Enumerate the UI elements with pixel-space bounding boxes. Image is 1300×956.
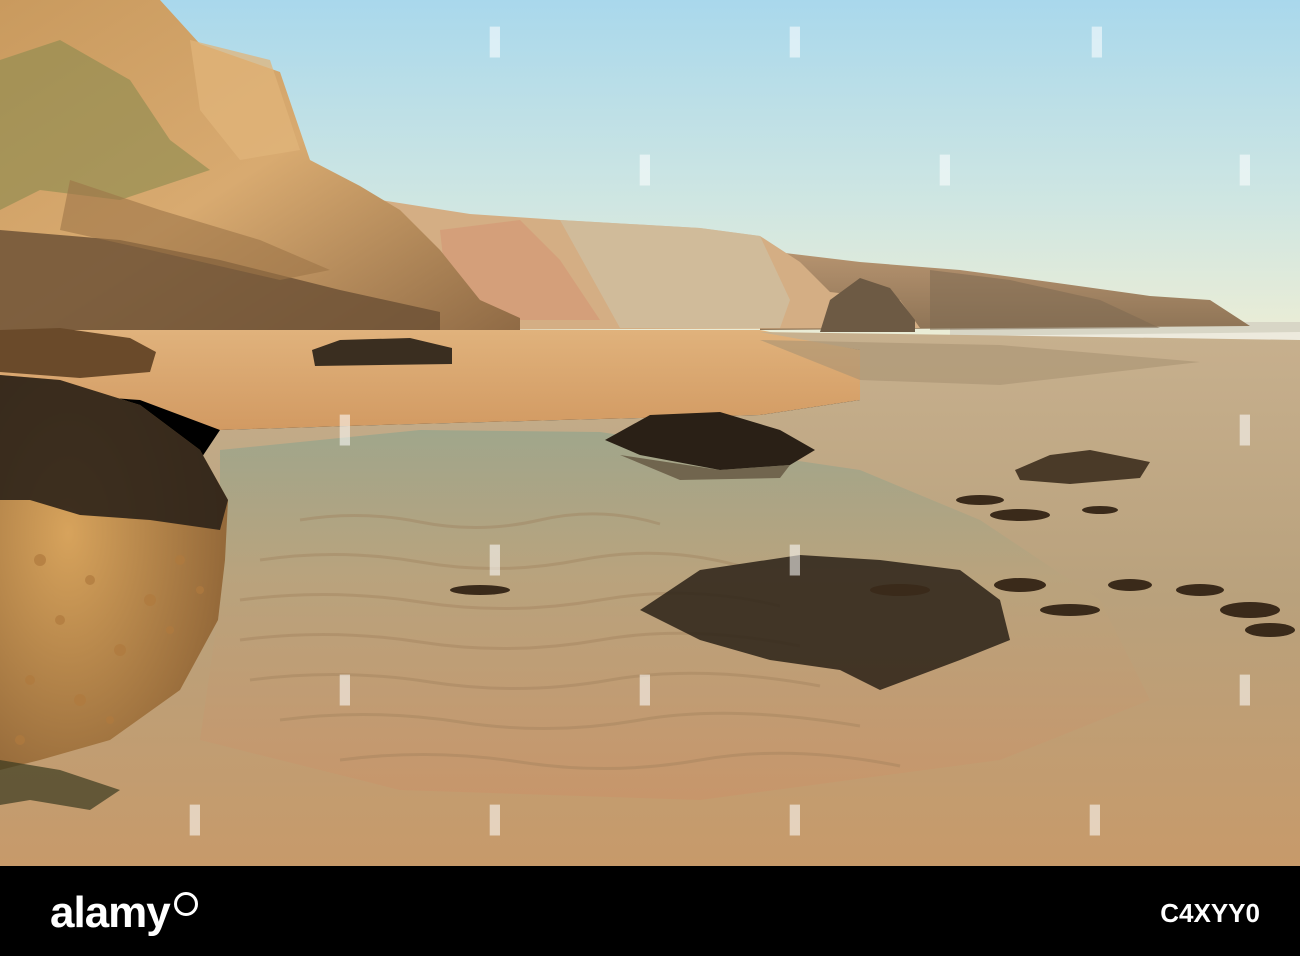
alamy-logo-icon bbox=[173, 892, 198, 916]
watermark-icon: ▌ bbox=[340, 676, 361, 706]
watermark-icon: ▌ bbox=[1240, 156, 1261, 186]
beach-scene-svg bbox=[0, 0, 1300, 866]
watermark-icon: ▌ bbox=[1240, 416, 1261, 446]
watermark-icon: ▌ bbox=[490, 28, 511, 58]
watermark-icon: ▌ bbox=[790, 28, 811, 58]
watermark-icon: ▌ bbox=[790, 806, 811, 836]
watermark-icon: ▌ bbox=[640, 156, 661, 186]
footer-bar: alamy C4XYY0 bbox=[0, 866, 1300, 956]
watermark-icon: ▌ bbox=[1090, 806, 1111, 836]
brand-logo-text: alamy bbox=[50, 888, 171, 937]
watermark-icon: ▌ bbox=[1092, 28, 1113, 58]
brand-logo: alamy bbox=[50, 888, 198, 938]
watermark-icon: ▌ bbox=[640, 676, 661, 706]
stock-id: C4XYY0 bbox=[1160, 898, 1260, 928]
beach-photo: ▌ ▌ ▌ ▌ ▌ ▌ ▌ ▌ ▌ ▌ ▌ ▌ ▌ ▌ ▌ ▌ ▌ bbox=[0, 0, 1300, 866]
watermark-icon: ▌ bbox=[340, 416, 361, 446]
watermark-icon: ▌ bbox=[190, 806, 211, 836]
watermark-icon: ▌ bbox=[790, 546, 811, 576]
watermark-icon: ▌ bbox=[940, 156, 961, 186]
watermark-icon: ▌ bbox=[490, 546, 511, 576]
watermark-icon: ▌ bbox=[1240, 676, 1261, 706]
watermark-icon: ▌ bbox=[490, 806, 511, 836]
